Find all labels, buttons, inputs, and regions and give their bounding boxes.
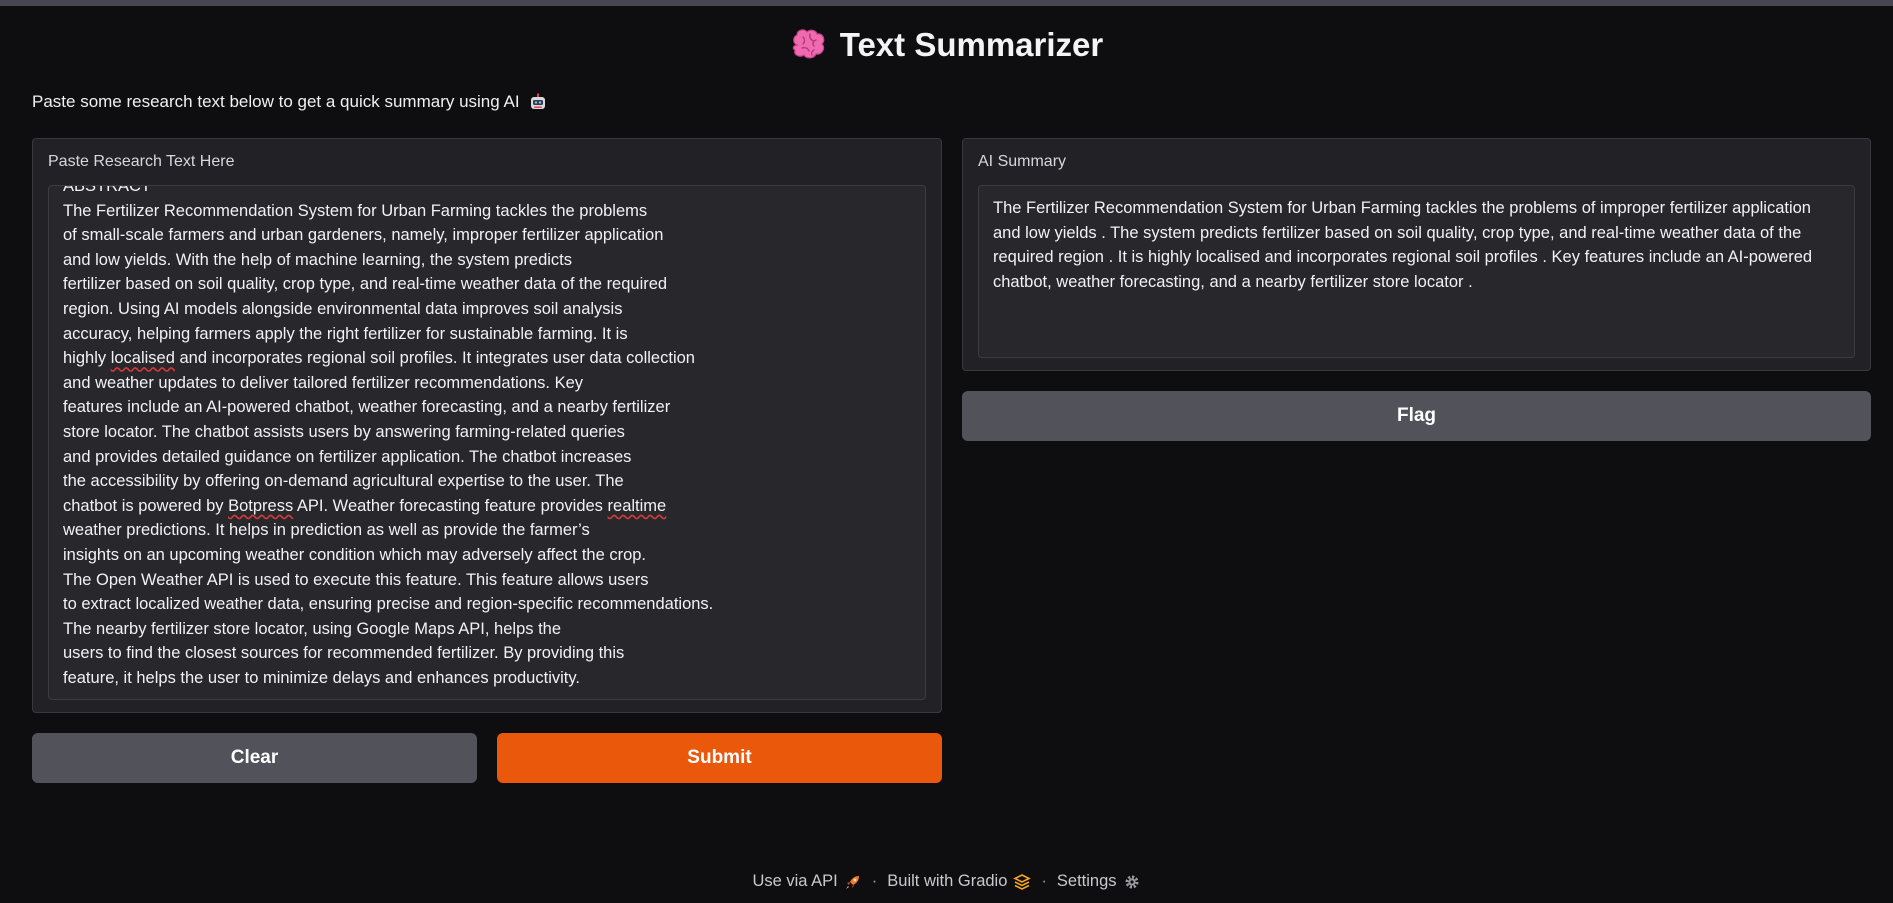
misspelled-word: Botpress (228, 496, 294, 515)
text-line: weather predictions. It helps in predict… (63, 521, 590, 540)
text-line: accuracy, helping farmers apply the righ… (63, 324, 628, 343)
footer-separator: · (871, 872, 878, 890)
text-line: insights on an upcoming weather conditio… (63, 545, 647, 564)
research-text-content[interactable]: ABSTRACT The Fertilizer Recommendation Sy… (63, 185, 911, 690)
settings-link[interactable]: Settings (1057, 872, 1141, 891)
brain-icon (792, 29, 825, 59)
misspelled-word: localised (110, 349, 175, 368)
clear-button[interactable]: Clear (32, 733, 477, 783)
text-line: the accessibility by offering on-demand … (63, 472, 624, 491)
text-line: The Open Weather API is used to execute … (63, 570, 649, 589)
flag-button[interactable]: Flag (962, 391, 1871, 441)
text-line: and provides detailed guidance on fertil… (63, 447, 632, 466)
text-line: to extract localized weather data, ensur… (63, 595, 714, 614)
text-line: The nearby fertilizer store locator, usi… (63, 619, 562, 638)
footer-separator: · (1041, 872, 1047, 890)
text-line: of small-scale farmers and urban gardene… (63, 226, 664, 245)
use-via-api-link[interactable]: Use via API (752, 872, 861, 891)
built-with-gradio-text: Built with Gradio (887, 872, 1008, 890)
top-bar (0, 0, 1893, 6)
text-line: region. Using AI models alongside enviro… (63, 299, 623, 318)
text-line: chatbot is powered by Botpress API. Weat… (63, 496, 667, 515)
page-description: Paste some research text below to get a … (32, 92, 548, 112)
gear-icon (1125, 875, 1139, 888)
text-line: ABSTRACT (63, 185, 152, 195)
output-label: AI Summary (978, 153, 1067, 170)
built-with-gradio-link[interactable]: Built with Gradio (887, 872, 1032, 891)
page-description-text: Paste some research text below to get a … (32, 92, 520, 111)
use-via-api-text: Use via API (752, 872, 838, 890)
text-line: features include an AI-powered chatbot, … (63, 398, 671, 417)
text-line: feature, it helps the user to minimize d… (63, 668, 580, 687)
text-line: fertilizer based on soil quality, crop t… (63, 275, 668, 294)
summary-text[interactable]: The Fertilizer Recommendation System for… (993, 196, 1836, 294)
settings-text: Settings (1056, 872, 1117, 890)
text-line: highly localised and incorporates region… (63, 349, 695, 368)
summary-output[interactable]: The Fertilizer Recommendation System for… (978, 185, 1855, 358)
text-line: users to find the closest sources for re… (63, 644, 625, 663)
text-line: and low yields. With the help of machine… (63, 250, 573, 269)
footer: Use via API · Built with Gradio · Settin… (0, 872, 1893, 891)
text-line: and weather updates to deliver tailored … (63, 373, 584, 392)
submit-button[interactable]: Submit (497, 733, 942, 783)
text-line: The Fertilizer Recommendation System for… (63, 201, 648, 220)
research-text-input[interactable]: ABSTRACT The Fertilizer Recommendation Sy… (48, 185, 926, 700)
output-panel: AI Summary The Fertilizer Recommendation… (962, 138, 1871, 371)
gradio-logo-icon (1013, 873, 1032, 890)
text-line: store locator. The chatbot assists users… (63, 422, 625, 441)
misspelled-word: realtime (607, 496, 667, 515)
page-title-text: Text Summarizer (839, 26, 1104, 63)
input-label: Paste Research Text Here (48, 153, 235, 170)
rocket-icon (845, 875, 859, 889)
page-title: Text Summarizer (0, 26, 1893, 64)
robot-icon (530, 93, 545, 109)
input-panel: Paste Research Text Here ABSTRACT The Fer… (32, 138, 942, 713)
